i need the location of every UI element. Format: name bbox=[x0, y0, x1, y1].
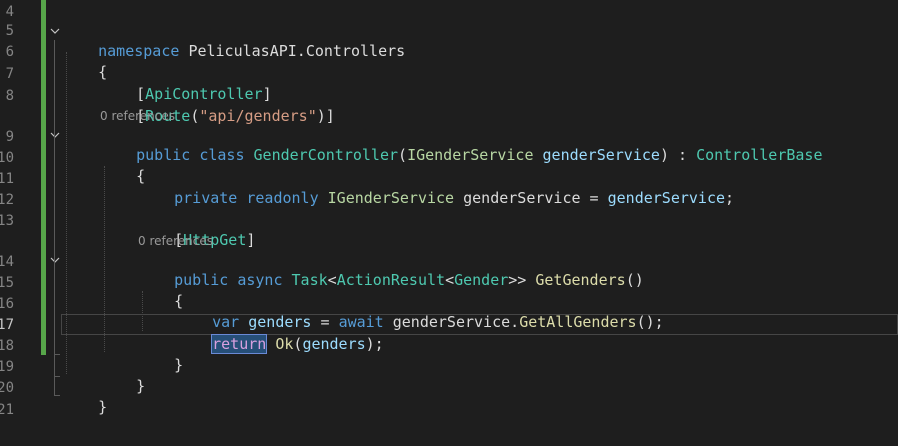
keyword: private bbox=[174, 189, 238, 207]
line-number: 16 bbox=[0, 296, 14, 312]
codelens-references[interactable]: 0 references bbox=[100, 108, 175, 124]
method-name: GetGenders bbox=[535, 271, 626, 289]
code-line-method-declaration[interactable]: public async Task<ActionResult<Gender>> … bbox=[138, 250, 644, 289]
type-name: Gender bbox=[454, 271, 509, 289]
brace: } bbox=[136, 377, 146, 395]
line-number: 6 bbox=[5, 44, 14, 60]
code-line-namespace[interactable]: namespace PeliculasAPI.Controllers bbox=[62, 21, 405, 60]
field-name: genderService bbox=[463, 189, 581, 207]
code-line-await-call[interactable]: var genders = await genderService.GetAll… bbox=[176, 292, 664, 331]
code-line-field-declaration[interactable]: private readonly IGenderService genderSe… bbox=[138, 168, 734, 207]
code-line-api-controller-attribute[interactable]: [ApiController] bbox=[100, 64, 271, 103]
line-number: 12 bbox=[0, 192, 14, 208]
keyword-highlighted: return bbox=[211, 334, 268, 354]
brace: } bbox=[98, 398, 108, 416]
line-number: 14 bbox=[0, 254, 14, 270]
line-number: 13 bbox=[0, 213, 14, 229]
field-name: genderService bbox=[392, 313, 511, 331]
line-number: 4 bbox=[5, 4, 14, 20]
line-number: 21 bbox=[0, 402, 14, 418]
code-line-close-brace[interactable]: } bbox=[100, 356, 145, 395]
change-tracking-bar bbox=[41, 0, 46, 355]
keyword: class bbox=[199, 146, 245, 164]
code-line-class-declaration[interactable]: public class GenderController(IGenderSer… bbox=[100, 125, 822, 164]
code-editor[interactable]: 4 5 6 7 8 9 10 11 12 13 14 15 16 17 18 1… bbox=[0, 0, 898, 446]
line-number: 9 bbox=[5, 129, 14, 145]
interface-name: IGenderService bbox=[407, 146, 534, 164]
type-name: Task bbox=[291, 271, 328, 289]
string-literal: "api/genders" bbox=[199, 107, 317, 125]
keyword: namespace bbox=[98, 42, 180, 60]
collapse-namespace-icon[interactable] bbox=[50, 26, 60, 36]
line-number-gutter: 4 5 6 7 8 9 10 11 12 13 14 15 16 17 18 1… bbox=[0, 0, 16, 446]
line-number-active: 17 bbox=[0, 317, 14, 333]
base-class-name: ControllerBase bbox=[696, 146, 823, 164]
line-number: 5 bbox=[5, 23, 14, 39]
code-line-return[interactable]: return Ok(genders); bbox=[176, 314, 384, 354]
method-name: Ok bbox=[275, 335, 294, 353]
line-number: 20 bbox=[0, 380, 14, 396]
code-line-open-brace[interactable]: { bbox=[62, 42, 107, 81]
keyword: async bbox=[237, 271, 283, 289]
line-number: 10 bbox=[0, 150, 14, 166]
parameter-name: genderService bbox=[607, 189, 726, 207]
code-line-close-brace[interactable]: } bbox=[138, 335, 183, 374]
keyword: readonly bbox=[246, 189, 319, 207]
local-variable: genders bbox=[302, 335, 366, 353]
parameter-name: genderService bbox=[542, 146, 660, 164]
interface-name: IGenderService bbox=[327, 189, 455, 207]
code-line-open-brace[interactable]: { bbox=[100, 146, 145, 185]
namespace-name: PeliculasAPI.Controllers bbox=[188, 42, 406, 60]
code-line-httpget-attribute[interactable]: [HttpGet] bbox=[138, 210, 255, 249]
method-name: GetAllGenders bbox=[519, 313, 637, 331]
code-line-route-attribute[interactable]: [Route("api/genders")] bbox=[100, 86, 335, 125]
codelens-references[interactable]: 0 references bbox=[138, 233, 213, 249]
line-number: 11 bbox=[0, 171, 14, 187]
line-number: 15 bbox=[0, 275, 14, 291]
class-name: GenderController bbox=[253, 146, 399, 164]
code-line-close-brace[interactable]: } bbox=[62, 377, 107, 416]
line-number: 18 bbox=[0, 338, 14, 354]
type-name: ActionResult bbox=[336, 271, 446, 289]
line-number: 19 bbox=[0, 359, 14, 375]
brace: } bbox=[174, 356, 184, 374]
line-number: 8 bbox=[5, 88, 14, 104]
code-line-open-brace[interactable]: { bbox=[138, 271, 183, 310]
method-scope-bracket bbox=[54, 269, 60, 355]
line-number: 7 bbox=[5, 66, 14, 82]
